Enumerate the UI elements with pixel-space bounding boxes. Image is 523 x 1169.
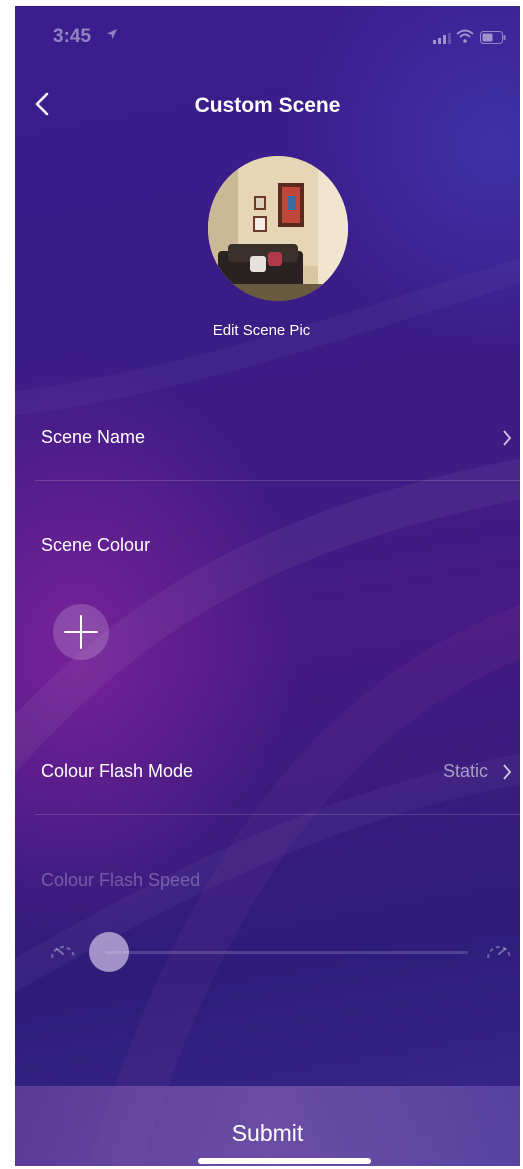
speed-fast-icon: [487, 946, 511, 959]
add-colour-button[interactable]: [53, 604, 109, 660]
home-indicator: [198, 1158, 371, 1164]
divider: [35, 814, 520, 815]
chevron-right-icon: [503, 764, 512, 780]
colour-flash-speed-label: Colour Flash Speed: [41, 870, 201, 890]
page-title: Custom Scene: [194, 94, 341, 117]
location-arrow-icon: [107, 29, 117, 39]
scene-picture[interactable]: [208, 156, 348, 301]
plus-icon: [64, 615, 98, 649]
edit-scene-pic-link[interactable]: Edit Scene Pic: [15, 322, 520, 339]
scene-name-label: Scene Name: [41, 427, 146, 447]
divider: [35, 480, 520, 481]
submit-bar: Submit: [15, 1086, 520, 1166]
signal-icon: [433, 33, 451, 44]
flash-speed-slider-thumb[interactable]: [89, 932, 129, 972]
scene-name-row[interactable]: Scene Name: [35, 421, 520, 455]
nav-bar: Custom Scene: [15, 82, 520, 126]
colour-flash-mode-row[interactable]: Colour Flash Mode Static: [35, 755, 520, 789]
app-screen: 3:45 Custom Scene Edit Scene Pic Scene N…: [15, 6, 520, 1166]
scene-photo-image: [208, 156, 348, 301]
colour-flash-mode-value: Static: [442, 761, 488, 781]
scene-colour-label: Scene Colour: [41, 535, 151, 555]
wifi-icon: [456, 29, 474, 43]
speed-slow-icon: [51, 946, 75, 959]
submit-button[interactable]: Submit: [15, 1120, 520, 1147]
status-time: 3:45: [53, 26, 92, 47]
scene-colour-section: Scene Colour: [35, 529, 520, 563]
battery-icon: [480, 31, 506, 44]
flash-speed-slider-track[interactable]: [105, 951, 468, 954]
chevron-right-icon: [503, 430, 512, 446]
status-bar: 3:45: [15, 6, 520, 50]
colour-flash-mode-label: Colour Flash Mode: [41, 761, 194, 781]
